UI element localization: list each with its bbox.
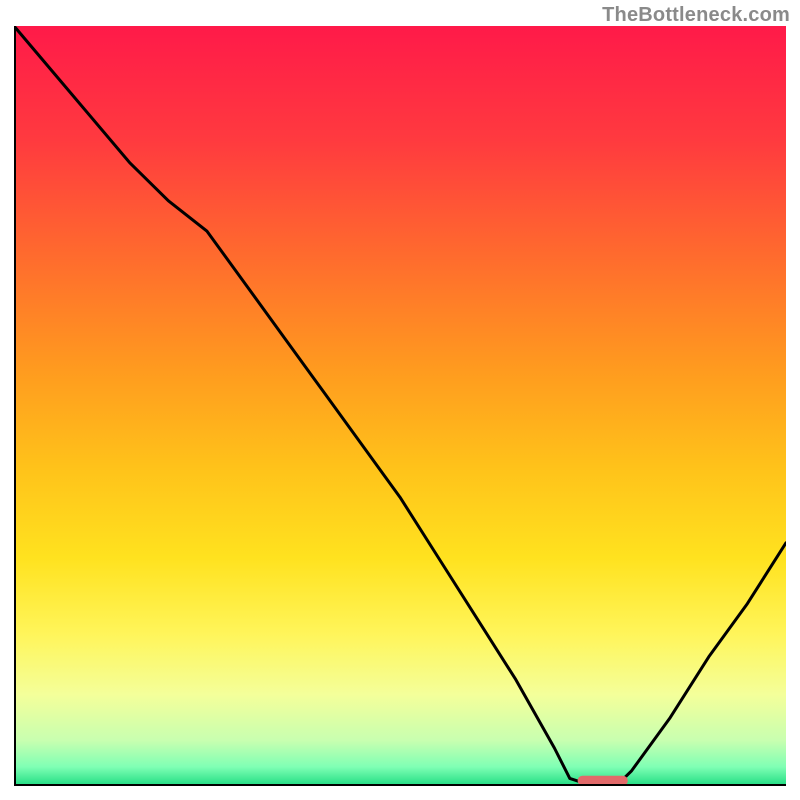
chart-svg [14,26,786,786]
watermark-text: TheBottleneck.com [602,4,790,27]
chart-background [14,26,786,786]
chart-plot [14,26,786,786]
